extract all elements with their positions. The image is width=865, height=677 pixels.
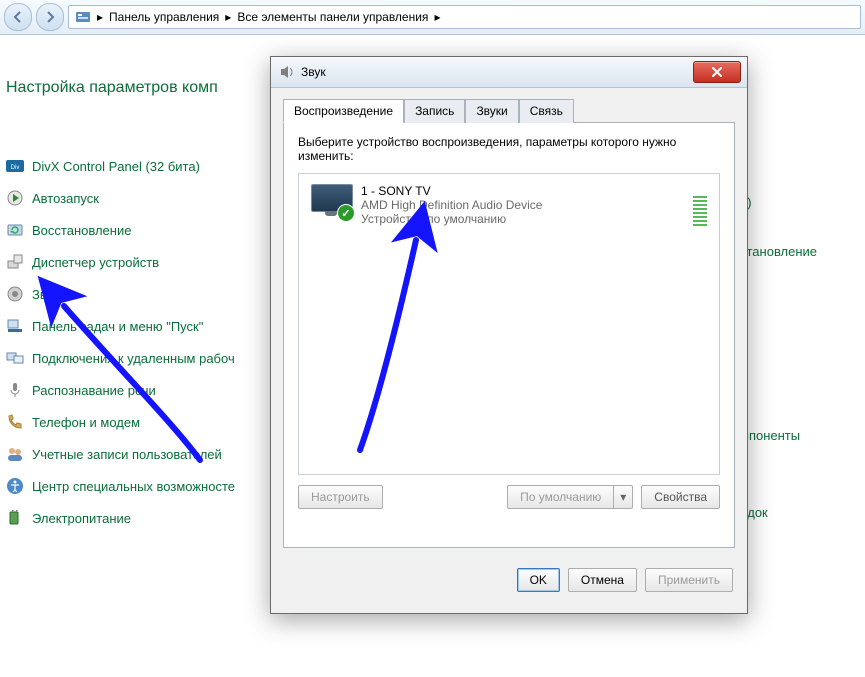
- cp-link-partial[interactable]: мпоненты: [740, 428, 817, 443]
- divx-icon: Div: [6, 157, 24, 175]
- breadcrumb[interactable]: ▸ Панель управления ▸ Все элементы панел…: [68, 5, 861, 29]
- cp-link[interactable]: Диспетчер устройств: [32, 255, 159, 270]
- taskbar-icon: [6, 317, 24, 335]
- users-icon: [6, 445, 24, 463]
- ok-button[interactable]: OK: [517, 568, 560, 592]
- instruction-text: Выберите устройство воспроизведения, пар…: [298, 135, 720, 163]
- remote-icon: [6, 349, 24, 367]
- cp-link[interactable]: Подключения к удаленным рабоч: [32, 351, 235, 366]
- cp-link[interactable]: Распознавание речи: [32, 383, 156, 398]
- close-button[interactable]: [693, 61, 741, 83]
- tab-recording[interactable]: Запись: [404, 99, 465, 123]
- device-desc: AMD High Definition Audio Device: [361, 198, 683, 212]
- address-bar: ▸ Панель управления ▸ Все элементы панел…: [0, 0, 865, 35]
- tab-panel: Выберите устройство воспроизведения, пар…: [283, 122, 735, 548]
- cp-link[interactable]: Телефон и модем: [32, 415, 140, 430]
- breadcrumb-item[interactable]: Панель управления: [109, 10, 219, 24]
- cp-link[interactable]: Восстановление: [32, 223, 131, 238]
- power-icon: [6, 509, 24, 527]
- device-item[interactable]: ✓ 1 - SONY TV AMD High Definition Audio …: [299, 174, 719, 236]
- device-thumbnail: ✓: [311, 184, 351, 218]
- sound-dialog: Звук Воспроизведение Запись Звуки Связь …: [270, 56, 748, 614]
- cp-link-partial[interactable]: становление: [740, 244, 817, 259]
- chevron-down-icon[interactable]: ▾: [614, 485, 633, 509]
- sound-icon: [6, 285, 24, 303]
- device-list[interactable]: ✓ 1 - SONY TV AMD High Definition Audio …: [298, 173, 720, 475]
- speaker-icon: [279, 64, 295, 80]
- cp-link[interactable]: Учетные записи пользователей: [32, 447, 222, 462]
- breadcrumb-item[interactable]: Все элементы панели управления: [237, 10, 428, 24]
- back-button[interactable]: [4, 3, 32, 31]
- cancel-button[interactable]: Отмена: [568, 568, 637, 592]
- cp-link[interactable]: DivX Control Panel (32 бита): [32, 159, 200, 174]
- apply-button[interactable]: Применить: [645, 568, 733, 592]
- right-column: а) становление а мпоненты адок: [740, 185, 817, 520]
- chevron-right-icon: ▸: [225, 10, 231, 24]
- cp-link[interactable]: Электропитание: [32, 511, 131, 526]
- dialog-titlebar[interactable]: Звук: [271, 57, 747, 88]
- device-status: Устройство по умолчанию: [361, 212, 683, 226]
- forward-button[interactable]: [36, 3, 64, 31]
- control-panel-icon: [75, 9, 91, 25]
- properties-button[interactable]: Свойства: [641, 485, 720, 509]
- cp-link[interactable]: Центр специальных возможносте: [32, 479, 235, 494]
- cp-link-partial[interactable]: адок: [740, 505, 817, 520]
- recovery-icon: [6, 221, 24, 239]
- tab-communications[interactable]: Связь: [519, 99, 574, 123]
- default-check-icon: ✓: [337, 204, 355, 222]
- cp-link-partial[interactable]: а: [740, 321, 817, 336]
- cp-link[interactable]: Автозапуск: [32, 191, 99, 206]
- tab-playback[interactable]: Воспроизведение: [283, 99, 404, 123]
- tab-sounds[interactable]: Звуки: [465, 99, 518, 123]
- chevron-right-icon: ▸: [434, 10, 440, 24]
- cp-link[interactable]: Панель задач и меню "Пуск": [32, 319, 203, 334]
- svg-text:Div: Div: [11, 165, 20, 171]
- accessibility-icon: [6, 477, 24, 495]
- close-icon: [711, 67, 723, 77]
- device-name: 1 - SONY TV: [361, 184, 683, 198]
- speech-icon: [6, 381, 24, 399]
- chevron-right-icon: ▸: [97, 10, 103, 24]
- dialog-footer: OK Отмена Применить: [271, 558, 747, 602]
- tabs: Воспроизведение Запись Звуки Связь: [283, 98, 735, 122]
- cp-link-partial[interactable]: а): [740, 195, 817, 210]
- set-default-split-button[interactable]: По умолчанию ▾: [507, 485, 633, 509]
- dialog-title-text: Звук: [301, 65, 326, 79]
- autorun-icon: [6, 189, 24, 207]
- level-meter-icon: [693, 186, 707, 226]
- cp-link[interactable]: Звук: [32, 287, 59, 302]
- configure-button[interactable]: Настроить: [298, 485, 383, 509]
- device-manager-icon: [6, 253, 24, 271]
- set-default-button[interactable]: По умолчанию: [507, 485, 614, 509]
- phone-icon: [6, 413, 24, 431]
